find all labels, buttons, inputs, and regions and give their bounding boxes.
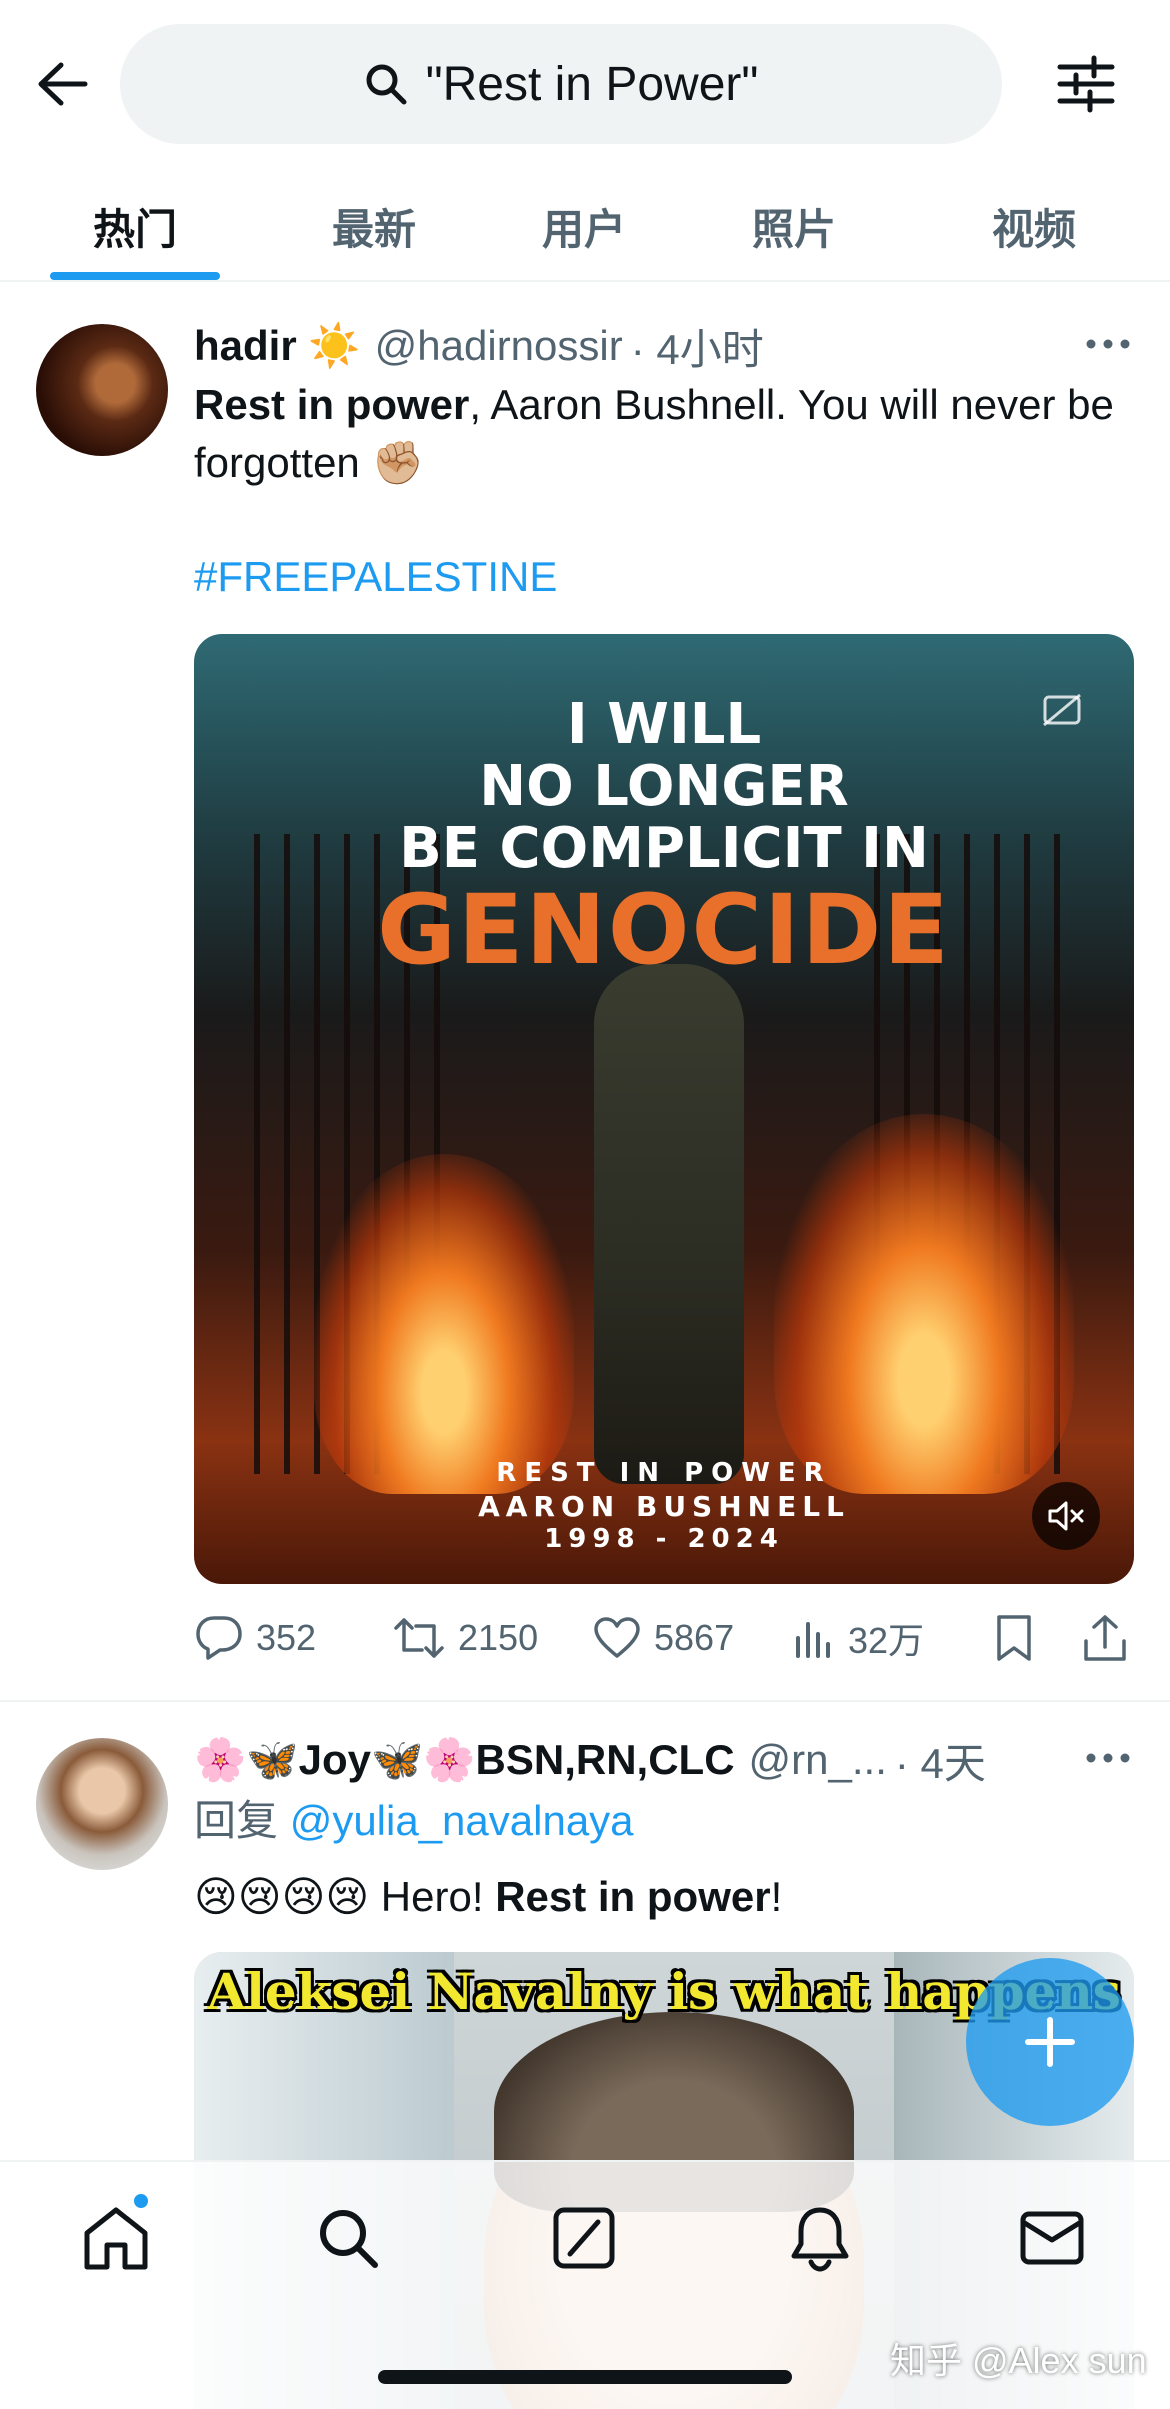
hashtag-line: #FREEPALESTINE bbox=[194, 548, 1134, 606]
search-query: "Rest in Power" bbox=[425, 57, 759, 111]
tab-videos[interactable]: 视频 bbox=[924, 170, 1144, 282]
sliders-icon bbox=[1057, 55, 1115, 113]
tweet-video[interactable]: I WILL NO LONGER BE COMPLICIT IN GENOCID… bbox=[194, 634, 1134, 1584]
display-name[interactable]: 🌸🦋Joy🦋🌸BSN,RN,CLC bbox=[194, 1736, 735, 1785]
like-button[interactable]: 5867 bbox=[592, 1602, 734, 1674]
reply-count: 352 bbox=[256, 1617, 317, 1658]
nav-notifications[interactable] bbox=[780, 2198, 860, 2278]
tweet-header: hadir ☀️ @hadirnossir · 4小时 bbox=[194, 316, 764, 376]
tweet-header: 🌸🦋Joy🦋🌸BSN,RN,CLC @rn_... · 4天 bbox=[194, 1730, 986, 1790]
more-options-button[interactable] bbox=[1080, 1738, 1136, 1778]
poster-line-7: 1998 - 2024 bbox=[544, 1524, 784, 1554]
reply-prefix: 回复 bbox=[194, 1797, 279, 1844]
views-button[interactable]: 32万 bbox=[792, 1602, 924, 1674]
user-handle[interactable]: @rn_... bbox=[749, 1736, 887, 1784]
reply-context: 回复 @yulia_navalnaya bbox=[194, 1792, 1134, 1850]
like-count: 5867 bbox=[654, 1617, 735, 1658]
avatar[interactable] bbox=[36, 324, 168, 456]
watermark: 知乎 @Alex sun bbox=[890, 2340, 1147, 2381]
tweet-time: · 4天 bbox=[894, 1739, 986, 1787]
nav-search[interactable] bbox=[308, 2198, 388, 2278]
view-count: 32万 bbox=[848, 1620, 925, 1661]
retweet-icon bbox=[394, 1618, 444, 1658]
reply-button[interactable]: 352 bbox=[194, 1602, 316, 1674]
nav-home[interactable] bbox=[76, 2198, 156, 2278]
poster-line-5: REST IN POWER bbox=[496, 1458, 832, 1488]
hashtag-link[interactable]: #FREEPALESTINE bbox=[194, 553, 557, 600]
volume-muted-icon bbox=[1048, 1501, 1084, 1531]
more-dots-icon bbox=[1086, 1753, 1130, 1763]
user-handle[interactable]: @hadirnossir bbox=[375, 322, 623, 370]
home-icon bbox=[84, 2207, 148, 2270]
nav-grok[interactable] bbox=[544, 2198, 624, 2278]
retweet-button[interactable]: 2150 bbox=[392, 1602, 538, 1674]
display-name[interactable]: hadir ☀️ bbox=[194, 322, 361, 371]
reply-icon bbox=[196, 1616, 242, 1660]
search-input[interactable]: "Rest in Power" bbox=[120, 24, 1002, 144]
search-tabs: 热门 最新 用户 照片 视频 bbox=[0, 170, 1170, 282]
fire-right bbox=[774, 1114, 1074, 1494]
poster-line-1: I WILL bbox=[566, 692, 762, 757]
captions-off-icon bbox=[1043, 693, 1081, 727]
tab-latest[interactable]: 最新 bbox=[264, 170, 484, 282]
analytics-icon bbox=[796, 1622, 830, 1658]
poster-line-2: NO LONGER bbox=[479, 754, 849, 819]
bookmark-button[interactable] bbox=[994, 1602, 1046, 1674]
search-icon bbox=[366, 64, 407, 105]
search-icon bbox=[320, 2210, 378, 2268]
tweet-time: · 4小时 bbox=[630, 325, 764, 373]
tab-photos[interactable]: 照片 bbox=[684, 170, 904, 282]
bell-icon bbox=[791, 2207, 849, 2272]
tweet-text: 😢😢😢😢 Hero! Rest in power! bbox=[194, 1868, 1134, 1926]
search-header: "Rest in Power" 热门 最新 用户 照片 视频 bbox=[0, 0, 1170, 282]
search-filter-button[interactable] bbox=[1052, 50, 1120, 118]
mention-link[interactable]: @yulia_navalnaya bbox=[290, 1797, 634, 1844]
tweet-text-bold: Rest in power bbox=[194, 381, 470, 428]
tweet-text-emoji: 😢😢😢😢 Hero! bbox=[194, 1873, 496, 1920]
bookmark-icon bbox=[997, 1615, 1031, 1661]
soldier-figure bbox=[594, 964, 744, 1484]
grok-icon bbox=[553, 2207, 615, 2269]
plus-icon bbox=[1025, 2017, 1075, 2067]
mute-button[interactable] bbox=[1032, 1482, 1100, 1550]
tweet-actions: 352 2150 5867 32万 bbox=[194, 1602, 1144, 1674]
notification-dot bbox=[132, 2192, 150, 2210]
tab-top[interactable]: 热门 bbox=[20, 170, 250, 282]
more-options-button[interactable] bbox=[1080, 324, 1136, 364]
share-button[interactable] bbox=[1082, 1602, 1140, 1674]
poster-line-3: BE COMPLICIT IN bbox=[399, 816, 929, 881]
heart-icon bbox=[594, 1617, 640, 1658]
avatar[interactable] bbox=[36, 1738, 168, 1870]
compose-fab-button[interactable] bbox=[966, 1958, 1134, 2126]
back-button[interactable] bbox=[30, 52, 94, 116]
poster-line-6: AARON BUSHNELL bbox=[478, 1490, 850, 1523]
tweet-text-end: ! bbox=[770, 1873, 783, 1920]
retweet-count: 2150 bbox=[458, 1617, 539, 1658]
active-tab-indicator bbox=[50, 272, 220, 280]
more-dots-icon bbox=[1086, 339, 1130, 349]
tab-people[interactable]: 用户 bbox=[474, 170, 694, 282]
tweet-divider bbox=[0, 1700, 1170, 1702]
mail-icon bbox=[1020, 2211, 1084, 2265]
fire-left bbox=[314, 1154, 574, 1494]
back-arrow-icon bbox=[38, 62, 88, 106]
poster-headline: GENOCIDE bbox=[377, 874, 951, 986]
share-icon bbox=[1084, 1615, 1126, 1661]
captions-off-button[interactable] bbox=[1032, 680, 1092, 740]
tweet-text: Rest in power, Aaron Bushnell. You will … bbox=[194, 376, 1134, 492]
nav-messages[interactable] bbox=[1012, 2198, 1092, 2278]
home-indicator[interactable] bbox=[378, 2370, 792, 2384]
tweet-text-bold: Rest in power bbox=[495, 1873, 771, 1920]
